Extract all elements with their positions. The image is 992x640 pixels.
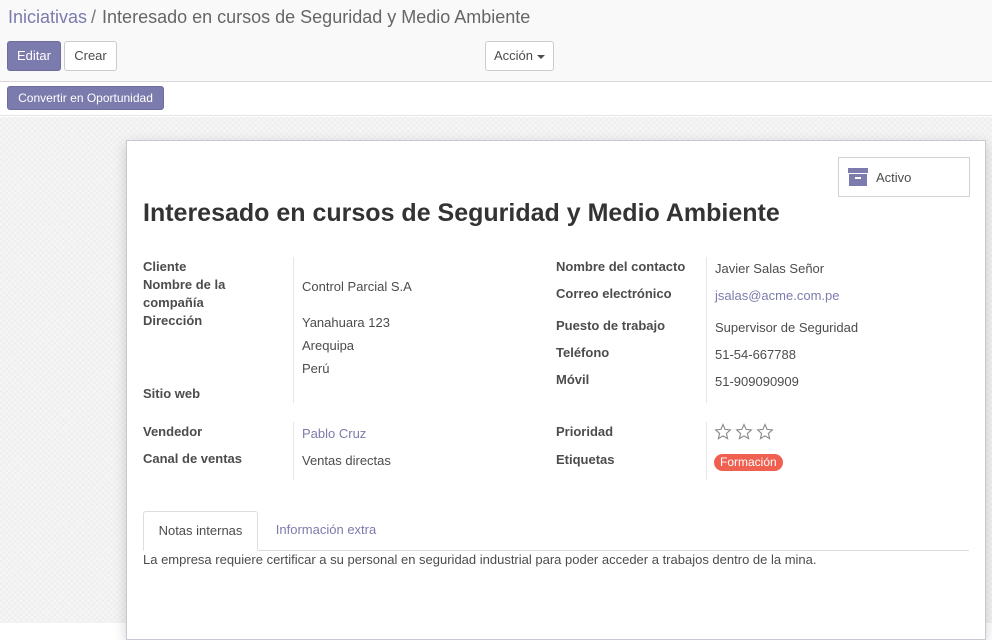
contact-name-value[interactable]: Javier Salas Señor (715, 261, 824, 276)
control-panel: Iniciativas / Interesado en cursos de Segu… (0, 0, 992, 82)
internal-notes-text[interactable]: La empresa requiere certificar a su pers… (143, 552, 817, 567)
action-label: Acción (493, 48, 534, 63)
tab-internal-notes[interactable]: Notas internas (143, 511, 258, 551)
phone-value[interactable]: 51-54-667788 (715, 347, 796, 362)
create-button[interactable]: Crear (64, 41, 117, 71)
company-name-label-line1: Nombre de la (143, 277, 226, 292)
email-label: Correo electrónico (556, 286, 672, 301)
caret-down-icon (537, 54, 546, 59)
cliente-label: Cliente (143, 259, 187, 274)
mobile-label: Móvil (556, 372, 590, 387)
email-link[interactable]: jsalas@acme.com.pe (715, 288, 839, 303)
country-value[interactable]: Perú (302, 361, 329, 376)
website-label: Sitio web (143, 386, 201, 401)
mobile-value[interactable]: 51-909090909 (715, 374, 799, 389)
left-separator-2 (293, 422, 294, 480)
breadcrumb-separator: / (91, 7, 97, 27)
star-3-icon[interactable] (756, 423, 774, 440)
salesperson-label: Vendedor (143, 424, 203, 439)
company-name-label-line2: compañía (143, 295, 204, 310)
statusbar: Convertir en Oportunidad (0, 82, 992, 116)
record-title: Interesado en cursos de Seguridad y Medi… (143, 199, 780, 227)
priority-label: Prioridad (556, 424, 614, 439)
right-separator-2 (706, 422, 707, 480)
city-value[interactable]: Arequipa (302, 338, 354, 353)
tag-badge[interactable]: Formación (714, 454, 783, 471)
address-label: Dirección (143, 313, 203, 328)
breadcrumb: Iniciativas / Interesado en cursos de Segu… (8, 7, 530, 28)
active-toggle-button[interactable]: Activo (838, 157, 970, 197)
sales-channel-label: Canal de ventas (143, 451, 242, 466)
salesperson-link[interactable]: Pablo Cruz (302, 426, 366, 441)
star-1-icon[interactable] (714, 423, 732, 440)
phone-label: Teléfono (556, 345, 610, 360)
priority-stars[interactable] (714, 423, 778, 441)
convert-to-opportunity-button[interactable]: Convertir en Oportunidad (7, 86, 164, 110)
tags-label: Etiquetas (556, 452, 615, 467)
tab-extra-info[interactable]: Información extra (265, 511, 387, 551)
left-separator (293, 257, 294, 403)
edit-button[interactable]: Editar (7, 41, 61, 71)
job-position-label: Puesto de trabajo (556, 318, 666, 333)
right-separator (706, 257, 707, 403)
action-dropdown[interactable]: Acción (485, 41, 554, 71)
active-label: Activo (876, 170, 912, 185)
breadcrumb-parent-link[interactable]: Iniciativas (8, 7, 87, 27)
archive-icon (848, 168, 868, 186)
street-value[interactable]: Yanahuara 123 (302, 315, 390, 330)
contact-name-label: Nombre del contacto (556, 259, 686, 274)
breadcrumb-current: Interesado en cursos de Seguridad y Medi… (102, 7, 531, 27)
job-position-value[interactable]: Supervisor de Seguridad (715, 320, 858, 335)
sales-channel-value[interactable]: Ventas directas (302, 453, 391, 468)
company-name-value[interactable]: Control Parcial S.A (302, 279, 412, 294)
star-2-icon[interactable] (735, 423, 753, 440)
